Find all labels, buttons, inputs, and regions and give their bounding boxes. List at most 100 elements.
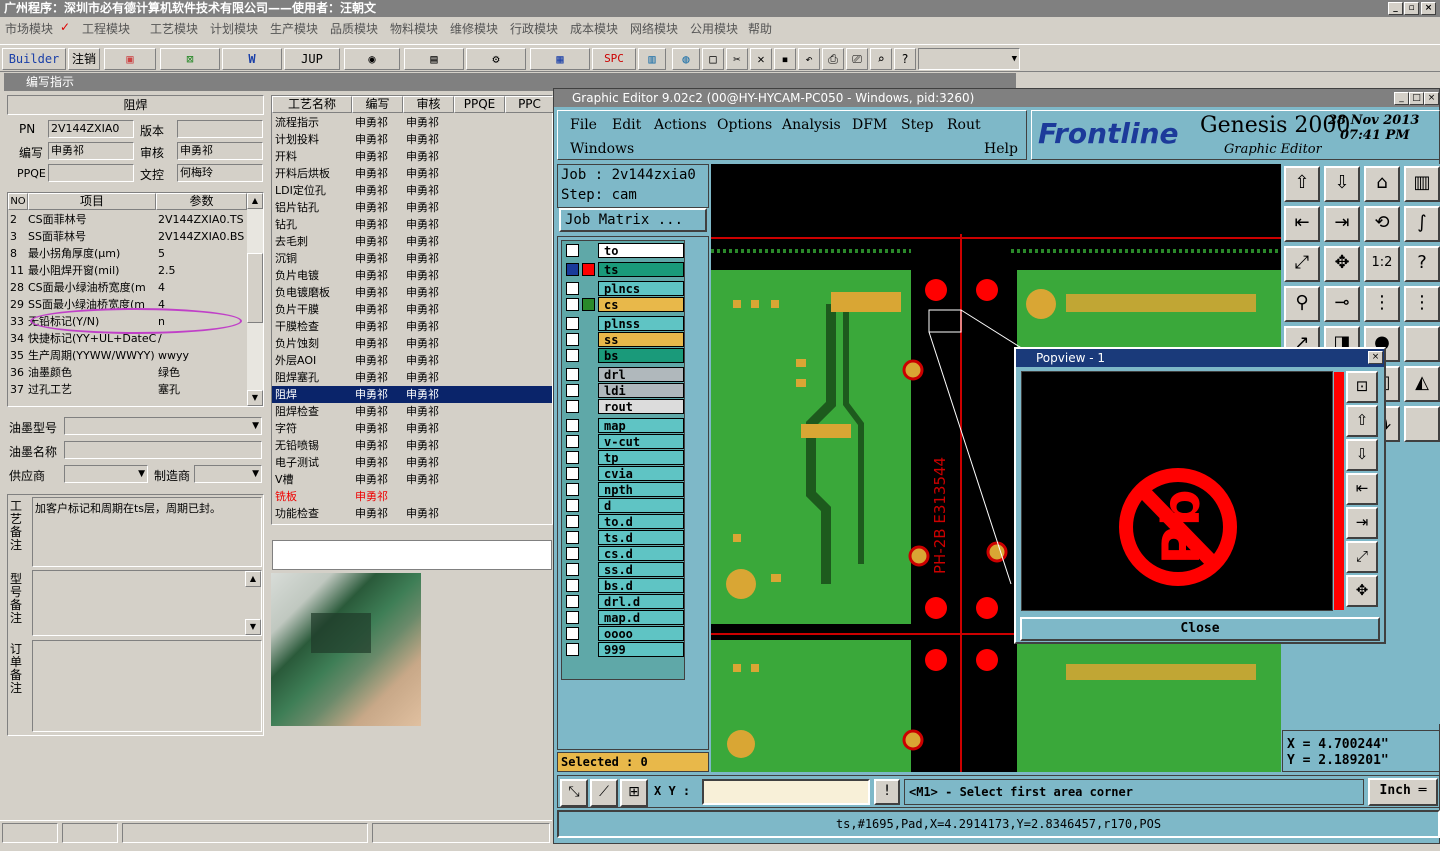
ge-menu-item[interactable]: Rout <box>947 117 981 133</box>
palette-tool-icon[interactable]: ⊸ <box>1324 286 1360 322</box>
params-value[interactable]: 绿色 <box>158 364 246 381</box>
ge-menu-item[interactable]: Options <box>717 117 772 133</box>
process-row[interactable]: 电子测试 申勇祁 申勇祁 <box>272 454 552 471</box>
popview-tool-icon[interactable]: ⤢ <box>1346 541 1378 573</box>
process-row[interactable]: 铣板 申勇祁 <box>272 488 552 505</box>
close-button[interactable]: × <box>1421 2 1436 15</box>
ge-menu-item[interactable]: Edit <box>612 117 641 133</box>
gears-icon[interactable]: ⚙ <box>466 48 526 70</box>
process-row[interactable]: 负片蚀刻 申勇祁 申勇祁 <box>272 335 552 352</box>
process-row[interactable]: 负片干膜 申勇祁 申勇祁 <box>272 301 552 318</box>
module-menu-item[interactable]: 工程模块 <box>82 20 130 37</box>
new-icon[interactable]: □ <box>702 48 724 70</box>
process-row[interactable]: 负电镀磨板 申勇祁 申勇祁 <box>272 284 552 301</box>
popview-tool-icon[interactable]: ✥ <box>1346 575 1378 607</box>
palette-tool-icon[interactable]: ⇤ <box>1284 206 1320 242</box>
process-row[interactable]: 阻焊塞孔 申勇祁 申勇祁 <box>272 369 552 386</box>
cut-icon[interactable]: ✂ <box>726 48 748 70</box>
palette-tool-icon[interactable]: ⟲ <box>1364 206 1400 242</box>
layer-item[interactable]: 999 <box>566 642 684 657</box>
layer-checkbox[interactable] <box>566 579 579 592</box>
palette-tool-icon[interactable]: ⌂ <box>1364 166 1400 202</box>
palette-tool-icon[interactable]: ⚲ <box>1284 286 1320 322</box>
delete-icon[interactable]: ✕ <box>750 48 772 70</box>
xy-input[interactable] <box>702 779 870 805</box>
job-matrix-button[interactable]: Job Matrix ... <box>559 208 707 232</box>
params-row[interactable]: 36 油墨颜色 绿色 <box>8 364 247 381</box>
layer-item[interactable]: v-cut <box>566 434 684 449</box>
layer-checkbox[interactable] <box>566 400 579 413</box>
order-note-field[interactable] <box>32 640 262 732</box>
process-row[interactable]: 负片电镀 申勇祁 申勇祁 <box>272 267 552 284</box>
pn-field[interactable]: 2V144ZXIA0 <box>48 120 134 138</box>
palette-tool-icon[interactable]: ⇥ <box>1324 206 1360 242</box>
process-row[interactable]: 干膜检查 申勇祁 申勇祁 <box>272 318 552 335</box>
process-row[interactable]: 开料后烘板 申勇祁 申勇祁 <box>272 165 552 182</box>
process-row[interactable]: 流程指示 申勇祁 申勇祁 <box>272 114 552 131</box>
params-row[interactable]: 8 最小拐角厚度(μm) 5 <box>8 245 247 262</box>
layer-item[interactable]: ss.d <box>566 562 684 577</box>
palette-tool-icon[interactable]: ⤢ <box>1284 246 1320 282</box>
scroll-down-icon[interactable]: ▼ <box>247 390 263 406</box>
process-note-field[interactable]: 加客户标记和周期在ts层，周期已封。 <box>32 497 262 567</box>
layer-checkbox[interactable] <box>566 384 579 397</box>
params-value[interactable]: 塞孔 <box>158 381 246 398</box>
module-menu-item[interactable]: 计划模块 <box>210 20 258 37</box>
palette-tool-icon[interactable]: 1:2 <box>1364 246 1400 282</box>
ppqe-field[interactable] <box>48 164 134 182</box>
note-scroll-up-icon[interactable]: ▲ <box>245 571 261 587</box>
scroll-up-icon[interactable]: ▲ <box>247 193 263 209</box>
module-menu-item[interactable]: 网络模块 <box>630 20 678 37</box>
layer-item[interactable]: map.d <box>566 610 684 625</box>
layer-checkbox[interactable] <box>566 333 579 346</box>
layer-item[interactable]: tp <box>566 450 684 465</box>
version-field[interactable] <box>177 120 263 138</box>
layer-checkbox[interactable] <box>566 563 579 576</box>
layer-item[interactable]: map <box>566 418 684 433</box>
ge-maximize-button[interactable]: □ <box>1409 92 1424 105</box>
palette-tool-icon[interactable]: ⇧ <box>1284 166 1320 202</box>
process-row[interactable]: 无铅喷锡 申勇祁 申勇祁 <box>272 437 552 454</box>
excel-icon[interactable]: ⊠ <box>160 48 220 70</box>
palette-tool-icon[interactable] <box>1404 406 1440 442</box>
word-icon[interactable]: W <box>222 48 282 70</box>
layer-item[interactable]: ldi <box>566 383 684 398</box>
minimize-button[interactable]: _ <box>1388 2 1403 15</box>
layer-checkbox[interactable] <box>566 643 579 656</box>
ge-menu-item[interactable]: DFM <box>852 117 887 133</box>
find-icon[interactable]: ⌕ <box>870 48 892 70</box>
palette-tool-icon[interactable]: ▥ <box>1404 166 1440 202</box>
process-row[interactable]: 功能检查 申勇祁 申勇祁 <box>272 505 552 522</box>
popview-tool-icon[interactable]: ⇤ <box>1346 473 1378 505</box>
process-row[interactable]: 阻焊 申勇祁 申勇祁 <box>272 386 552 403</box>
layer-checkbox[interactable] <box>566 419 579 432</box>
module-menu-item[interactable]: 品质模块 <box>330 20 378 37</box>
alert-icon[interactable]: ! <box>874 779 900 805</box>
ge-minimize-button[interactable]: _ <box>1394 92 1409 105</box>
spc-button[interactable]: SPC <box>592 48 636 70</box>
process-input[interactable] <box>272 540 552 570</box>
params-value[interactable]: 5 <box>158 245 246 262</box>
measure-icon[interactable]: ⟋ <box>590 779 618 807</box>
layer-item[interactable]: plncs <box>566 281 684 296</box>
params-row[interactable]: 2 CS面菲林号 2V144ZXIA0.TS <box>8 211 247 228</box>
layer-item[interactable]: to <box>566 243 684 258</box>
module-menu-item[interactable]: 市场模块 <box>5 20 53 37</box>
process-row[interactable]: 字符 申勇祁 申勇祁 <box>272 420 552 437</box>
layer-checkbox[interactable] <box>566 547 579 560</box>
ink-model-select[interactable]: ▼ <box>64 417 262 435</box>
popview-close-button[interactable]: Close <box>1020 617 1380 641</box>
layer-item[interactable]: ts <box>566 262 684 277</box>
layer-item[interactable]: ts.d <box>566 530 684 545</box>
process-row[interactable]: 外层AOI 申勇祁 申勇祁 <box>272 352 552 369</box>
params-value[interactable]: 2V144ZXIA0.BS <box>158 228 246 245</box>
palette-tool-icon[interactable]: ⋮ <box>1364 286 1400 322</box>
params-row[interactable]: 11 最小阻焊开窗(mil) 2.5 <box>8 262 247 279</box>
ink-name-field[interactable] <box>64 441 262 459</box>
layer-checkbox[interactable] <box>566 368 579 381</box>
ge-menu-item[interactable]: Help <box>984 141 1018 157</box>
ppt-icon[interactable]: ▣ <box>104 48 156 70</box>
ge-menu-item[interactable]: Actions <box>654 117 707 133</box>
layer-item[interactable]: d <box>566 498 684 513</box>
layer-checkbox[interactable] <box>566 435 579 448</box>
